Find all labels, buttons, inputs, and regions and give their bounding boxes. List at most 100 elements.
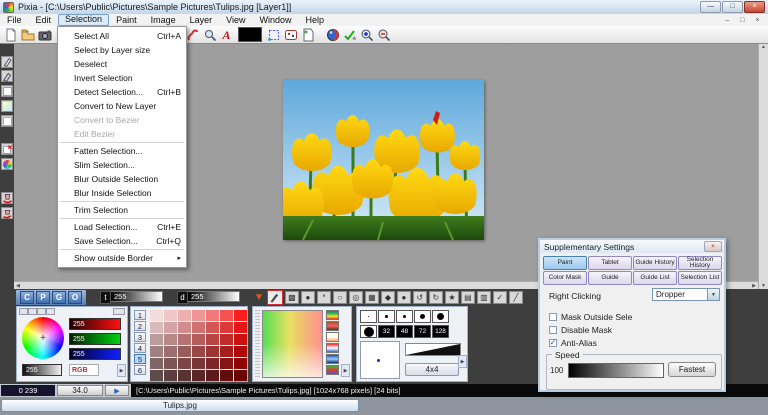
swatch-cell[interactable] — [234, 370, 247, 381]
swatch-cell[interactable] — [150, 358, 163, 369]
swatch-cell[interactable] — [178, 334, 191, 345]
d-slider-bar[interactable]: 255 — [188, 291, 240, 302]
swatch-cell[interactable] — [164, 334, 177, 345]
swatch-cell[interactable] — [234, 310, 247, 321]
tab-paint[interactable]: Paint — [543, 256, 587, 270]
swatch-cell[interactable] — [220, 346, 233, 357]
fastest-button[interactable]: Fastest — [668, 362, 716, 377]
brush-size-button-32[interactable]: 32 — [378, 325, 395, 338]
swatch-cell[interactable] — [164, 322, 177, 333]
menu-edit[interactable]: Edit — [29, 14, 59, 26]
swatch-cell[interactable] — [164, 358, 177, 369]
menu-window[interactable]: Window — [252, 14, 298, 26]
brush-size-ramp[interactable] — [405, 343, 461, 356]
swatch-cell[interactable] — [206, 310, 219, 321]
dice-button[interactable] — [282, 27, 299, 42]
swatch-cell[interactable] — [192, 322, 205, 333]
brush-expand-button[interactable]: ▶ — [458, 355, 467, 368]
comma-button[interactable]: ❛ — [316, 291, 331, 304]
dot-button[interactable]: ● — [300, 291, 315, 304]
vertical-scrollbar[interactable]: ▲ ▼ — [758, 44, 768, 289]
swatch-cell[interactable] — [206, 346, 219, 357]
half-tone-button[interactable]: ▩ — [284, 291, 299, 304]
checkbox-box[interactable] — [549, 313, 557, 321]
circle-button[interactable]: ○ — [332, 291, 347, 304]
play-button[interactable]: ▶ — [105, 385, 129, 396]
close-button[interactable]: × — [744, 1, 765, 13]
text-tool-button[interactable]: A — [218, 27, 235, 42]
menu-item-select-all[interactable]: Select All Ctrl+A — [58, 29, 186, 43]
wheel-tab-more[interactable] — [113, 308, 125, 315]
menu-layer[interactable]: Layer — [183, 14, 220, 26]
restore-button[interactable]: □ — [722, 1, 743, 13]
swatch-cell[interactable] — [150, 370, 163, 381]
swatch-cell[interactable] — [234, 334, 247, 345]
swatch-cell[interactable] — [192, 310, 205, 321]
brush-preview[interactable] — [360, 341, 400, 379]
menu-item-blur-inside-selection[interactable]: Blur Inside Selection — [58, 186, 186, 200]
menu-view[interactable]: View — [219, 14, 252, 26]
zoom-level-button[interactable]: 34.0 — [57, 385, 103, 396]
dropdown-arrow-icon[interactable]: ▼ — [707, 289, 719, 300]
star-button[interactable]: ★ — [444, 291, 459, 304]
checkbox-anti-alias[interactable]: ✓ Anti-Alias — [549, 338, 597, 348]
pen-alt-button[interactable] — [1, 70, 13, 82]
swatch-cell[interactable] — [220, 334, 233, 345]
supplementary-titlebar[interactable]: Supplementary Settings × — [540, 240, 724, 253]
wheel-tab-1[interactable] — [19, 308, 28, 315]
swatch-cell[interactable] — [150, 322, 163, 333]
save-camera-button[interactable] — [36, 27, 53, 42]
swatch-cell[interactable] — [206, 322, 219, 333]
swatch-row-button-1[interactable]: 1 — [134, 310, 146, 320]
menu-image[interactable]: Image — [144, 14, 183, 26]
swatch-cell[interactable] — [192, 370, 205, 381]
checkbox-disable-mask[interactable]: Disable Mask — [549, 325, 612, 335]
mode-button-g[interactable]: G — [52, 291, 66, 304]
tab-color-mask[interactable]: Color Mask — [543, 271, 587, 285]
checkbox-box[interactable]: ✓ — [549, 339, 557, 347]
menu-selection[interactable]: Selection — [58, 14, 110, 26]
page-options-button[interactable] — [299, 27, 316, 42]
brush-size-button-48[interactable]: 48 — [396, 325, 413, 338]
menu-item-convert-to-new-layer[interactable]: Convert to New Layer — [58, 99, 186, 113]
brush-dot-button-1[interactable] — [360, 310, 377, 323]
swatch-row-button-6[interactable]: 6 — [134, 365, 146, 375]
swatch-cell[interactable] — [164, 310, 177, 321]
brush-dot-button-large[interactable] — [360, 325, 377, 338]
blue-bar[interactable]: 255 — [69, 348, 121, 360]
menu-item-save-selection-[interactable]: Save Selection... Ctrl+Q — [58, 234, 186, 248]
brush-dot-button-4[interactable] — [414, 310, 431, 323]
mdi-minimize-button[interactable]: – — [721, 16, 734, 25]
transparency-slider[interactable]: t 255 — [100, 291, 163, 304]
swatch-cell[interactable] — [178, 322, 191, 333]
swatch-cell[interactable] — [178, 310, 191, 321]
menu-item-detect-selection-[interactable]: Detect Selection... Ctrl+B — [58, 85, 186, 99]
swatch-row-button-3[interactable]: 3 — [134, 332, 146, 342]
filled-circle-button[interactable]: ● — [396, 291, 411, 304]
swatch-row-button-4[interactable]: 4 — [134, 343, 146, 353]
pen-tool-selected[interactable] — [266, 290, 283, 305]
minimize-button[interactable]: — — [700, 1, 721, 13]
tab-guide[interactable]: Guide — [588, 271, 632, 285]
gradient-preset-blue[interactable] — [326, 354, 339, 364]
speed-slider[interactable] — [568, 363, 664, 378]
mode-button-c[interactable]: C — [20, 291, 34, 304]
swatch-cell[interactable] — [234, 358, 247, 369]
brush-dot-button-5[interactable] — [432, 310, 449, 323]
swatch-cell[interactable] — [150, 310, 163, 321]
select-move-button[interactable] — [265, 27, 282, 42]
swatch-cell[interactable] — [178, 358, 191, 369]
clipboard-button[interactable]: ▥ — [476, 291, 491, 304]
pen-button[interactable] — [1, 56, 13, 68]
color-wheel[interactable]: + — [22, 317, 64, 359]
swatch-cell[interactable] — [206, 334, 219, 345]
mode-button-o[interactable]: O — [68, 291, 82, 304]
gradient-field[interactable] — [262, 310, 323, 378]
gradient-preset-green-red[interactable] — [326, 365, 339, 375]
color-ball-button[interactable] — [1, 158, 13, 170]
zoom-in-button[interactable] — [358, 27, 375, 42]
green-bar[interactable]: 255 — [69, 333, 121, 345]
new-file-button[interactable] — [2, 27, 19, 42]
scroll-up-icon[interactable]: ▲ — [759, 44, 768, 50]
gradient-preset-pastel[interactable] — [326, 332, 339, 342]
